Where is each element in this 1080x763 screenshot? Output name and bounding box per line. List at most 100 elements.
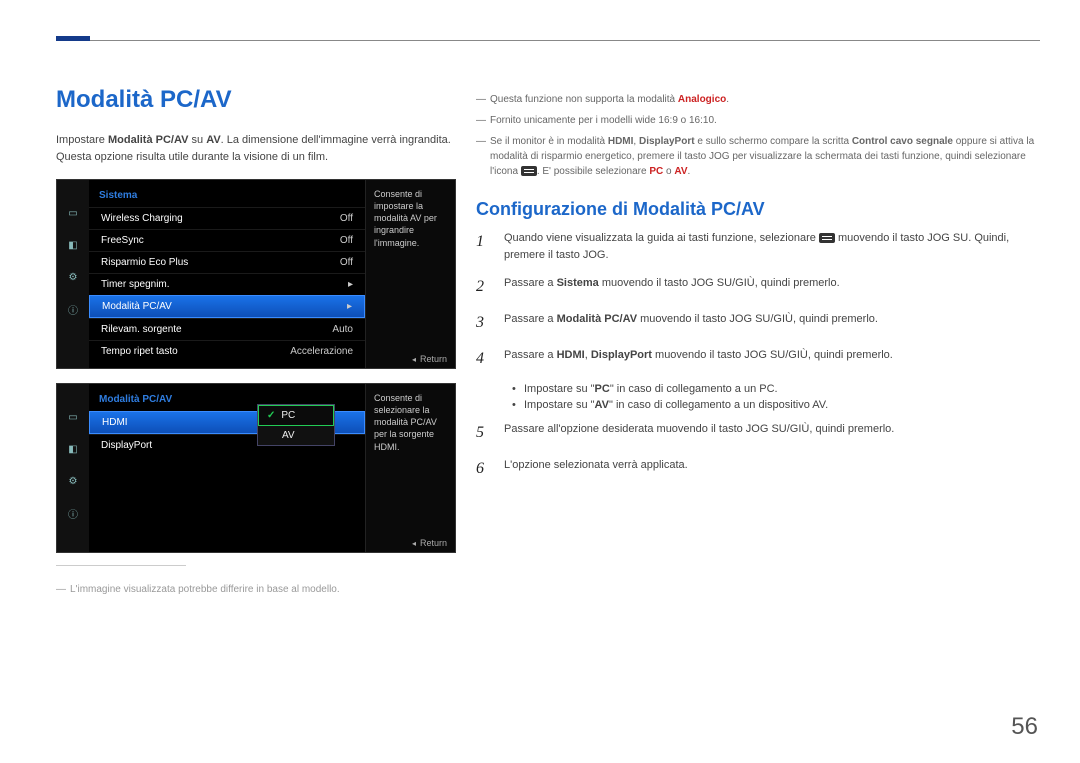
- t: Impostare su ": [524, 383, 595, 395]
- t: Passare a: [504, 277, 557, 289]
- step-number: 1: [476, 230, 490, 263]
- osd-row: Rilevam. sorgente Auto: [89, 318, 365, 340]
- t: Modalità PC/AV: [557, 313, 637, 325]
- t: muovendo il tasto JOG SU/GIÙ, quindi pre…: [637, 313, 878, 325]
- intro-text-2: Questa opzione risulta utile durante la …: [56, 149, 456, 166]
- t: Passare a: [504, 349, 557, 361]
- step-number: 6: [476, 457, 490, 481]
- t: . La dimensione dell'immagine verrà ingr…: [221, 134, 451, 146]
- step-text: Quando viene visualizzata la guida ai ta…: [504, 230, 1036, 263]
- page-number: 56: [1011, 713, 1038, 741]
- v: ▸: [348, 279, 353, 290]
- picture-icon: ◧: [64, 440, 82, 458]
- t: Questa funzione non supporta la modalità: [490, 94, 678, 105]
- osd-row: Risparmio Eco PlusOff: [89, 251, 365, 273]
- check-icon: ✓: [267, 410, 275, 421]
- step-number: 4: [476, 347, 490, 371]
- t: HDMI: [608, 136, 634, 147]
- steps-list: 1 Quando viene visualizzata la guida ai …: [476, 230, 1036, 481]
- menu-icon: [521, 166, 537, 176]
- t: Analogico: [678, 94, 726, 105]
- info-icon: ⓘ: [64, 300, 82, 318]
- l: Wireless Charging: [101, 213, 183, 224]
- back-icon: ◂: [412, 539, 416, 548]
- step-4: 4 Passare a HDMI, DisplayPort muovendo i…: [476, 347, 1036, 371]
- osd-description: Consente di selezionare la modalità PC/A…: [365, 384, 455, 552]
- t: su: [188, 134, 206, 146]
- v: Off: [340, 235, 353, 246]
- note-signal: Se il monitor è in modalità HDMI, Displa…: [476, 134, 1036, 179]
- footnote-rule: [56, 565, 186, 566]
- step-3: 3 Passare a Modalità PC/AV muovendo il t…: [476, 311, 1036, 335]
- t: AV: [595, 399, 609, 411]
- t: . E' possibile selezionare: [537, 166, 650, 177]
- bullet-pc: Impostare su "PC" in caso di collegament…: [512, 383, 1036, 395]
- t: DisplayPort: [639, 136, 695, 147]
- osd-screenshot-pcav: ▭ ◧ ⚙ ⓘ Modalità PC/AV HDMI DisplayPort …: [56, 383, 456, 553]
- step-2: 2 Passare a Sistema muovendo il tasto JO…: [476, 275, 1036, 299]
- osd-row: FreeSync Off: [89, 229, 365, 251]
- osd-popup: ✓ PC AV: [257, 404, 335, 446]
- v: Off: [340, 213, 353, 224]
- step-5: 5 Passare all'opzione desiderata muovend…: [476, 421, 1036, 445]
- l: Tempo ripet tasto: [101, 346, 178, 357]
- t: .: [688, 166, 691, 177]
- step-number: 2: [476, 275, 490, 299]
- t: AV: [206, 134, 220, 146]
- picture-icon: ◧: [64, 236, 82, 254]
- t: o: [663, 166, 674, 177]
- t: " in caso di collegamento a un dispositi…: [609, 399, 828, 411]
- bullet-av: Impostare su "AV" in caso di collegament…: [512, 399, 1036, 411]
- header-accent: [56, 36, 90, 41]
- l: Risparmio Eco Plus: [101, 257, 188, 268]
- back-icon: ◂: [412, 355, 416, 364]
- intro-text: Impostare Modalità PC/AV su AV. La dimen…: [56, 132, 456, 149]
- l: HDMI: [102, 417, 128, 428]
- t: Quando viene visualizzata la guida ai ta…: [504, 232, 819, 244]
- sub-bullets: Impostare su "PC" in caso di collegament…: [512, 383, 1036, 411]
- info-icon: ⓘ: [64, 504, 82, 522]
- osd-description: Consente di impostare la modalità AV per…: [365, 180, 455, 368]
- osd-footer: ◂ Return: [404, 534, 455, 552]
- t: " in caso di collegamento a un PC.: [610, 383, 778, 395]
- step-text: Passare all'opzione desiderata muovendo …: [504, 421, 894, 445]
- note-analogico: Questa funzione non supporta la modalità…: [476, 92, 1036, 107]
- l: AV: [282, 430, 295, 441]
- subheading: Configurazione di Modalità PC/AV: [476, 199, 1036, 220]
- t: Se il monitor è in modalità: [490, 136, 608, 147]
- t: .: [726, 94, 729, 105]
- t: Modalità PC/AV: [108, 134, 188, 146]
- l: DisplayPort: [101, 440, 152, 451]
- v: ▸: [347, 301, 352, 312]
- gear-icon: ⚙: [64, 472, 82, 490]
- l: Modalità PC/AV: [102, 301, 172, 312]
- step-6: 6 L'opzione selezionata verrà applicata.: [476, 457, 1036, 481]
- osd-row: Tempo ripet tastoAccelerazione: [89, 340, 365, 362]
- v: Auto: [332, 324, 353, 335]
- step-number: 5: [476, 421, 490, 445]
- t: e sullo schermo compare la scritta: [695, 136, 852, 147]
- step-1: 1 Quando viene visualizzata la guida ai …: [476, 230, 1036, 263]
- t: DisplayPort: [591, 349, 652, 361]
- step-text: L'opzione selezionata verrà applicata.: [504, 457, 688, 481]
- l: Rilevam. sorgente: [101, 324, 182, 335]
- note-wide: Fornito unicamente per i modelli wide 16…: [476, 113, 1036, 128]
- step-text: Passare a Modalità PC/AV muovendo il tas…: [504, 311, 878, 335]
- t: Impostare: [56, 134, 108, 146]
- osd-icon-column: ▭ ◧ ⚙ ⓘ: [57, 180, 89, 368]
- osd-row: Wireless Charging Off: [89, 207, 365, 229]
- l: PC: [281, 410, 295, 421]
- t: PC: [649, 166, 663, 177]
- return-label: Return: [420, 354, 447, 364]
- return-label: Return: [420, 538, 447, 548]
- osd-icon-column: ▭ ◧ ⚙ ⓘ: [57, 384, 89, 552]
- t: Passare a: [504, 313, 557, 325]
- image-disclaimer-note: L'immagine visualizzata potrebbe differi…: [56, 584, 456, 595]
- t: Impostare su ": [524, 399, 595, 411]
- t: HDMI: [557, 349, 585, 361]
- page-heading: Modalità PC/AV: [56, 86, 456, 114]
- top-divider: [56, 40, 1040, 41]
- l: FreeSync: [101, 235, 144, 246]
- t: muovendo il tasto JOG SU/GIÙ, quindi pre…: [599, 277, 840, 289]
- popup-row-selected: ✓ PC: [258, 405, 334, 426]
